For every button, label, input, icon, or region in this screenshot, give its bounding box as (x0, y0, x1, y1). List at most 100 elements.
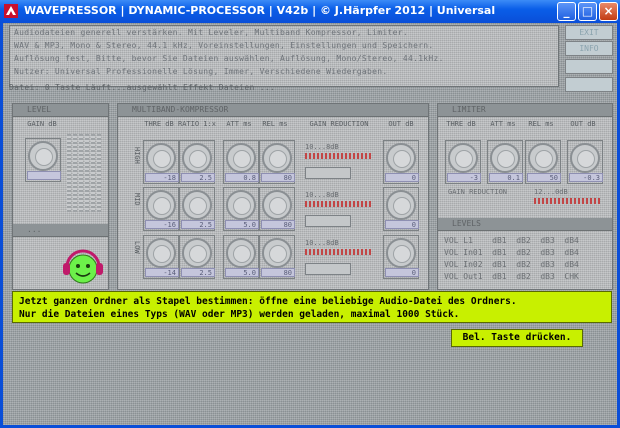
close-button[interactable]: × (599, 2, 618, 21)
band-button[interactable] (305, 167, 351, 179)
ratio-knob[interactable]: 2.5 (179, 187, 215, 231)
knob-value: -3 (447, 173, 481, 182)
column-label: RATIO 1:x (178, 120, 216, 128)
limiter-release-knob[interactable]: 50 (525, 140, 561, 184)
release-knob[interactable]: 80 (259, 187, 295, 231)
maximize-button[interactable]: □ (578, 2, 597, 21)
gain-knob[interactable] (25, 138, 61, 182)
level-meter (67, 134, 71, 212)
limiter-panel: LIMITER THRE dB ATT ms REL ms OUT dB GAI… (437, 103, 613, 290)
knob-value: 2.5 (181, 220, 215, 229)
app-icon (4, 4, 18, 18)
compressor-header: MULTIBAND-KOMPRESSOR (118, 104, 428, 117)
threshold-knob[interactable]: -14 (143, 235, 179, 279)
level-row: VOL In02 dB1 dB2 dB3 dB4 (444, 260, 579, 269)
threshold-knob[interactable]: -16 (143, 187, 179, 231)
column-label: THRE dB (446, 120, 476, 128)
knob-value: -18 (145, 173, 179, 182)
info-line: Audiodateien generell verstärken. Mit Le… (14, 28, 408, 37)
column-label: REL ms (528, 120, 554, 128)
gain-reduction-range: 10...8dB (305, 239, 339, 247)
column-label: OUT dB (388, 120, 414, 128)
release-knob[interactable]: 80 (259, 140, 295, 184)
limiter-output-knob[interactable]: -0.3 (567, 140, 603, 184)
band-button[interactable] (305, 263, 351, 275)
knob-value: 0 (385, 220, 419, 229)
column-label: ATT ms (226, 120, 252, 128)
window-title: WAVEPRESSOR | DYNAMIC-PROCESSOR | V42b |… (24, 4, 496, 17)
info-panel: Audiodateien generell verstärken. Mit Le… (9, 25, 559, 87)
band-label: LOW (133, 241, 141, 254)
knob-value: 80 (261, 173, 295, 182)
application-window: WAVEPRESSOR | DYNAMIC-PROCESSOR | V42b |… (0, 0, 620, 428)
info-line: Auflösung fest, Bitte, bevor Sie Dateien… (14, 54, 444, 63)
message-line-1: Jetzt ganzen Ordner als Stapel bestimmen… (19, 296, 517, 307)
level-row: VOL L1 dB1 dB2 dB3 dB4 (444, 236, 579, 245)
title-bar[interactable]: WAVEPRESSOR | DYNAMIC-PROCESSOR | V42b |… (0, 0, 620, 23)
attack-knob[interactable]: 0.8 (223, 140, 259, 184)
status-line: Datei: 0 Taste Läuft...ausgewählt Effekt… (9, 83, 276, 92)
limiter-gr-label: GAIN REDUCTION (448, 188, 508, 196)
option-button[interactable] (565, 59, 613, 74)
knob-value: 50 (527, 173, 561, 182)
level-header: LEVEL (13, 104, 108, 117)
gain-reduction-meter (305, 201, 371, 207)
knob-value: 0.8 (225, 173, 259, 182)
level-meter (91, 134, 95, 212)
gain-reduction-meter (305, 153, 371, 159)
knob-value: 0 (385, 268, 419, 277)
ratio-knob[interactable]: 2.5 (179, 235, 215, 279)
level-row: VOL Out1 dB1 dB2 dB3 CHK (444, 272, 579, 281)
column-label: GAIN REDUCTION (309, 120, 369, 128)
knob-value: 5.0 (225, 268, 259, 277)
gain-reduction-meter (305, 249, 371, 255)
client-area: Audiodateien generell verstärken. Mit Le… (3, 23, 617, 425)
level-meter (73, 134, 77, 212)
limiter-attack-knob[interactable]: 0.1 (487, 140, 523, 184)
output-knob[interactable]: 0 (383, 140, 419, 184)
limiter-gr-meter (534, 198, 600, 204)
ratio-knob[interactable]: 2.5 (179, 140, 215, 184)
band-label: MID (133, 193, 141, 206)
knob-value: -14 (145, 268, 179, 277)
gain-label: GAIN dB (27, 120, 57, 128)
knob-value: 0 (385, 173, 419, 182)
column-label: REL ms (262, 120, 288, 128)
press-key-button[interactable]: Bel. Taste drücken. (451, 329, 583, 347)
band-button[interactable] (305, 215, 351, 227)
release-knob[interactable]: 80 (259, 235, 295, 279)
knob-value: 2.5 (181, 268, 215, 277)
knob-value: 2.5 (181, 173, 215, 182)
band-label: HIGH (133, 147, 141, 164)
smiley-headphones-icon (63, 249, 103, 284)
limiter-gr-range: 12...0dB (534, 188, 568, 196)
output-knob[interactable]: 0 (383, 235, 419, 279)
limiter-threshold-knob[interactable]: -3 (445, 140, 481, 184)
output-knob[interactable]: 0 (383, 187, 419, 231)
knob-value: 0.1 (489, 173, 523, 182)
column-label: ATT ms (490, 120, 516, 128)
option-button[interactable] (565, 77, 613, 92)
knob-value: 80 (261, 268, 295, 277)
message-box: Jetzt ganzen Ordner als Stapel bestimmen… (12, 291, 612, 323)
knob-value: -16 (145, 220, 179, 229)
levels-header: LEVELS (438, 218, 612, 231)
knob-value: 80 (261, 220, 295, 229)
column-label: THRE dB (144, 120, 174, 128)
knob-value: 5.0 (225, 220, 259, 229)
attack-knob[interactable]: 5.0 (223, 187, 259, 231)
knob-value: -0.3 (569, 173, 603, 182)
attack-knob[interactable]: 5.0 (223, 235, 259, 279)
minimize-button[interactable]: _ (557, 2, 576, 21)
column-label: OUT dB (570, 120, 596, 128)
exit-button[interactable]: EXIT (565, 25, 613, 40)
level-meter (79, 134, 83, 212)
info-line: Nutzer: Universal Professionelle Lösung,… (14, 67, 388, 76)
info-line: WAV & MP3, Mono & Stereo, 44.1 kHz, Vore… (14, 41, 434, 50)
level-meter (97, 134, 101, 212)
threshold-knob[interactable]: -18 (143, 140, 179, 184)
gain-reduction-range: 10...8dB (305, 143, 339, 151)
message-line-2: Nur die Dateien eines Typs (WAV oder MP3… (19, 309, 460, 320)
level-row: VOL In01 dB1 dB2 dB3 dB4 (444, 248, 579, 257)
info-button[interactable]: INFO (565, 41, 613, 56)
